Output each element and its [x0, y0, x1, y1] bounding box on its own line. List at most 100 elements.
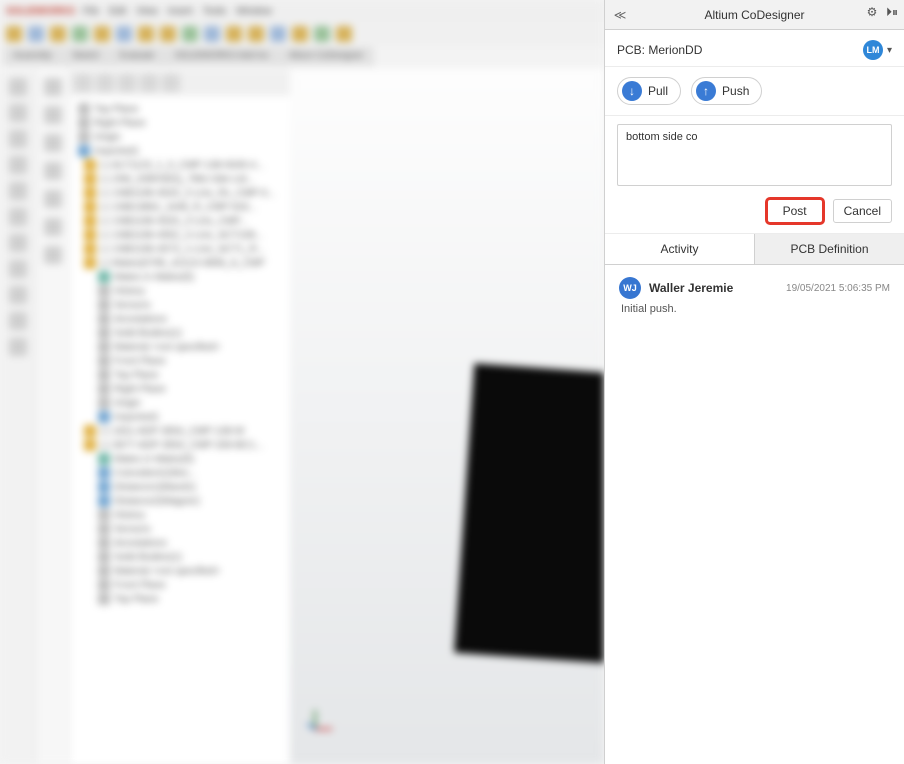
tree-item[interactable]: (-) ALT1123_1_0_CMP-138-0045-4... — [74, 158, 286, 172]
toolbar-icon[interactable] — [248, 26, 264, 42]
toolbar-icon[interactable] — [138, 26, 154, 42]
rail-icon[interactable] — [44, 78, 62, 96]
rail-icon[interactable] — [44, 218, 62, 236]
left-tool-rail[interactable] — [0, 70, 36, 764]
toolbar-icon[interactable] — [6, 26, 22, 42]
activity-feed[interactable]: WJ Waller Jeremie 19/05/2021 5:06:35 PM … — [605, 265, 904, 764]
tree-item[interactable]: Solid Bodies(1) — [74, 550, 286, 564]
rail-icon[interactable] — [9, 208, 27, 226]
tab-sketch[interactable]: Sketch — [63, 48, 109, 66]
menu-insert[interactable]: Insert — [168, 6, 193, 17]
tree-header-icon[interactable] — [118, 74, 136, 92]
rail-icon[interactable] — [9, 312, 27, 330]
tree-item[interactable]: Material <not specified> — [74, 340, 286, 354]
tree-item[interactable]: (-) 1811-ADP-3554_CMP-138-W — [74, 424, 286, 438]
rail-icon[interactable] — [44, 162, 62, 180]
tree-item[interactable]: Imported1 — [74, 410, 286, 424]
panel-back-button[interactable]: ≪ — [611, 6, 629, 24]
rail-icon[interactable] — [9, 78, 27, 96]
left-tool-rail-2[interactable] — [36, 70, 70, 764]
tree-item[interactable]: Top Plane — [74, 592, 286, 606]
tree-header-icon[interactable] — [140, 74, 158, 92]
rail-icon[interactable] — [9, 338, 27, 356]
tree-item[interactable]: Front Plane — [74, 578, 286, 592]
tree-item[interactable]: Imported1 — [74, 144, 286, 158]
tree-item[interactable]: History — [74, 284, 286, 298]
cancel-button[interactable]: Cancel — [833, 199, 892, 223]
tree-item[interactable]: Top Plane — [74, 102, 286, 116]
rail-icon[interactable] — [9, 260, 27, 278]
tree-item[interactable]: (-) 2N6_039HSEQ_786c-0de-Ltd... — [74, 172, 286, 186]
tree-item[interactable]: (-) 1NB1196-4552_2-Line_ACT108... — [74, 228, 286, 242]
menu-tools[interactable]: Tools — [203, 6, 226, 17]
push-button[interactable]: ↑ Push — [691, 77, 762, 105]
tree-item[interactable]: Origin — [74, 130, 286, 144]
toolbar-icon[interactable] — [292, 26, 308, 42]
tab-pcb-definition[interactable]: PCB Definition — [754, 234, 904, 264]
rail-icon[interactable] — [44, 134, 62, 152]
toolbar-icon[interactable] — [314, 26, 330, 42]
tree-item[interactable]: Origin — [74, 396, 286, 410]
rail-icon[interactable] — [9, 130, 27, 148]
tree-item[interactable]: Front Plane — [74, 354, 286, 368]
tab-addins[interactable]: SOLIDWORKS Add-Ins — [166, 48, 278, 66]
tree-item[interactable]: Distance1(Mand1) — [74, 480, 286, 494]
feature-tree[interactable]: Top Plane Right Plane Origin Imported1 (… — [70, 96, 290, 612]
tree-item[interactable]: Right Plane — [74, 382, 286, 396]
tree-item[interactable]: Distance2(Wagner) — [74, 494, 286, 508]
toolbar-icon[interactable] — [204, 26, 220, 42]
axis-gizmo[interactable] — [302, 710, 332, 740]
pull-button[interactable]: ↓ Pull — [617, 77, 681, 105]
tree-item[interactable]: (-) 3677-ADP-3554_CMP-206-BC1... — [74, 438, 286, 452]
tab-codesigner[interactable]: Altium CoDesigner — [280, 48, 373, 66]
tree-item[interactable]: Solid Bodies(1) — [74, 326, 286, 340]
tree-item[interactable]: (-) Mates(5795_4211S-0808_A_CMP — [74, 256, 286, 270]
rail-icon[interactable] — [9, 234, 27, 252]
tree-item[interactable]: Coincident1(Wor... — [74, 466, 286, 480]
pin-button[interactable]: ⏵⏸ — [884, 4, 900, 20]
comment-input[interactable]: bottom side co — [617, 124, 892, 186]
tree-item[interactable]: Annotations — [74, 536, 286, 550]
tree-item[interactable]: Mates in Mates(5) — [74, 452, 286, 466]
tree-item[interactable]: (-) 1NB1196-3520_2-Line_Rc_CMP-0... — [74, 186, 286, 200]
toolbar-icon[interactable] — [94, 26, 110, 42]
model-viewport[interactable] — [290, 70, 604, 764]
rail-icon[interactable] — [44, 246, 62, 264]
settings-button[interactable]: ⚙ — [864, 4, 880, 20]
menu-view[interactable]: View — [136, 6, 158, 17]
menu-window[interactable]: Window — [236, 6, 272, 17]
tree-header-icon[interactable] — [74, 74, 92, 92]
tree-item[interactable]: Annotations — [74, 312, 286, 326]
tab-activity[interactable]: Activity — [605, 234, 754, 264]
tree-item[interactable]: (-) 1NB13862_1648_R_CMP-043... — [74, 200, 286, 214]
post-button[interactable]: Post — [767, 199, 823, 223]
toolbar-icon[interactable] — [160, 26, 176, 42]
menu-file[interactable]: File — [83, 6, 99, 17]
tree-item[interactable]: Material <not specified> — [74, 564, 286, 578]
toolbar-icon[interactable] — [28, 26, 44, 42]
tab-assembly[interactable]: Assembly — [4, 48, 61, 66]
main-toolbar[interactable] — [0, 22, 604, 46]
menu-edit[interactable]: Edit — [109, 6, 126, 17]
tree-header-icon[interactable] — [162, 74, 180, 92]
rail-icon[interactable] — [9, 286, 27, 304]
tab-evaluate[interactable]: Evaluate — [111, 48, 164, 66]
toolbar-icon[interactable] — [182, 26, 198, 42]
rail-icon[interactable] — [9, 104, 27, 122]
tree-item[interactable]: Mates in Mates(5) — [74, 270, 286, 284]
feature-tree-panel[interactable]: Top Plane Right Plane Origin Imported1 (… — [70, 70, 290, 764]
tree-item[interactable]: (-) 1NB1196-4573_1-Line_ACT1_R... — [74, 242, 286, 256]
rail-icon[interactable] — [44, 106, 62, 124]
tree-item[interactable]: Top Plane — [74, 368, 286, 382]
pcb-model[interactable] — [454, 363, 604, 666]
tree-item[interactable]: History — [74, 508, 286, 522]
ribbon-tabs[interactable]: Assembly Sketch Evaluate SOLIDWORKS Add-… — [0, 46, 604, 68]
rail-icon[interactable] — [44, 190, 62, 208]
toolbar-icon[interactable] — [50, 26, 66, 42]
tree-item[interactable]: Sensors — [74, 298, 286, 312]
rail-icon[interactable] — [9, 182, 27, 200]
toolbar-icon[interactable] — [72, 26, 88, 42]
toolbar-icon[interactable] — [226, 26, 242, 42]
toolbar-icon[interactable] — [270, 26, 286, 42]
main-menu[interactable]: File Edit View Insert Tools Window — [83, 6, 272, 17]
